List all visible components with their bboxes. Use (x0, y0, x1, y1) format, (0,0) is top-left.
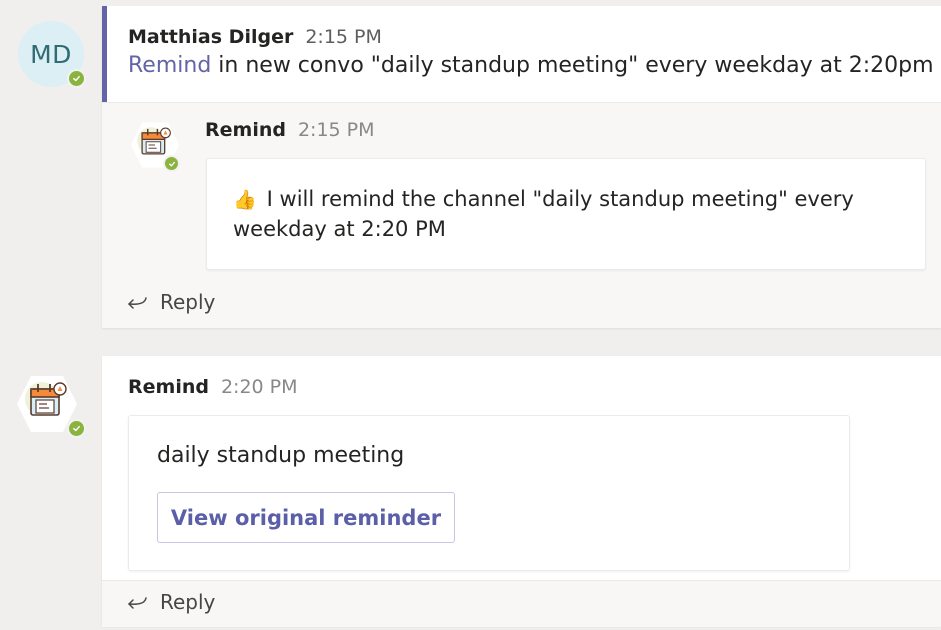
timestamp: 2:15 PM (297, 119, 375, 141)
sender-name[interactable]: Remind (128, 376, 209, 398)
sender-name[interactable]: Matthias Dilger (128, 26, 293, 48)
thread-footer: Reply (102, 580, 941, 627)
reply-label: Reply (160, 590, 216, 614)
bot-response-text: 👍 I will remind the channel "daily standu… (233, 187, 854, 241)
bot-response-card: 👍 I will remind the channel "daily standu… (206, 158, 926, 270)
reply-header: Remind 2:15 PM (205, 119, 375, 141)
timestamp: 2:15 PM (305, 26, 382, 48)
timestamp: 2:20 PM (220, 376, 298, 398)
mention-link[interactable]: Remind (128, 53, 211, 78)
reply-button[interactable]: Reply (126, 290, 215, 314)
user-avatar[interactable]: MD (18, 21, 86, 88)
reply-arrow-icon (128, 597, 147, 609)
reminder-title: daily standup meeting (157, 443, 405, 468)
presence-available-icon (163, 155, 180, 172)
thumbs-up-icon: 👍 (233, 189, 257, 211)
reply-arrow-icon (128, 297, 147, 309)
root-message: Matthias Dilger 2:15 PM Remind in new co… (102, 6, 941, 103)
presence-available-icon (67, 419, 86, 438)
message-header: Matthias Dilger 2:15 PM (128, 26, 382, 48)
view-original-reminder-button[interactable]: View original reminder (157, 492, 455, 543)
presence-available-icon (67, 69, 86, 88)
reply-label: Reply (160, 290, 216, 314)
message-body: Remind in new convo "daily standup meeti… (128, 53, 934, 78)
unread-accent-bar (102, 6, 107, 102)
avatar-initials: MD (30, 39, 72, 69)
thread-card: Remind 2:20 PM daily standup meeting Vie… (102, 356, 941, 627)
reply-button[interactable]: Reply (126, 590, 215, 614)
bot-avatar[interactable] (130, 120, 186, 176)
reminder-card: daily standup meeting View original remi… (128, 415, 850, 571)
sender-name[interactable]: Remind (205, 119, 286, 141)
thread-card: Matthias Dilger 2:15 PM Remind in new co… (102, 6, 941, 328)
bot-avatar[interactable] (16, 373, 86, 438)
message-header: Remind 2:20 PM (128, 376, 298, 398)
message-text: in new convo "daily standup meeting" eve… (211, 53, 934, 78)
